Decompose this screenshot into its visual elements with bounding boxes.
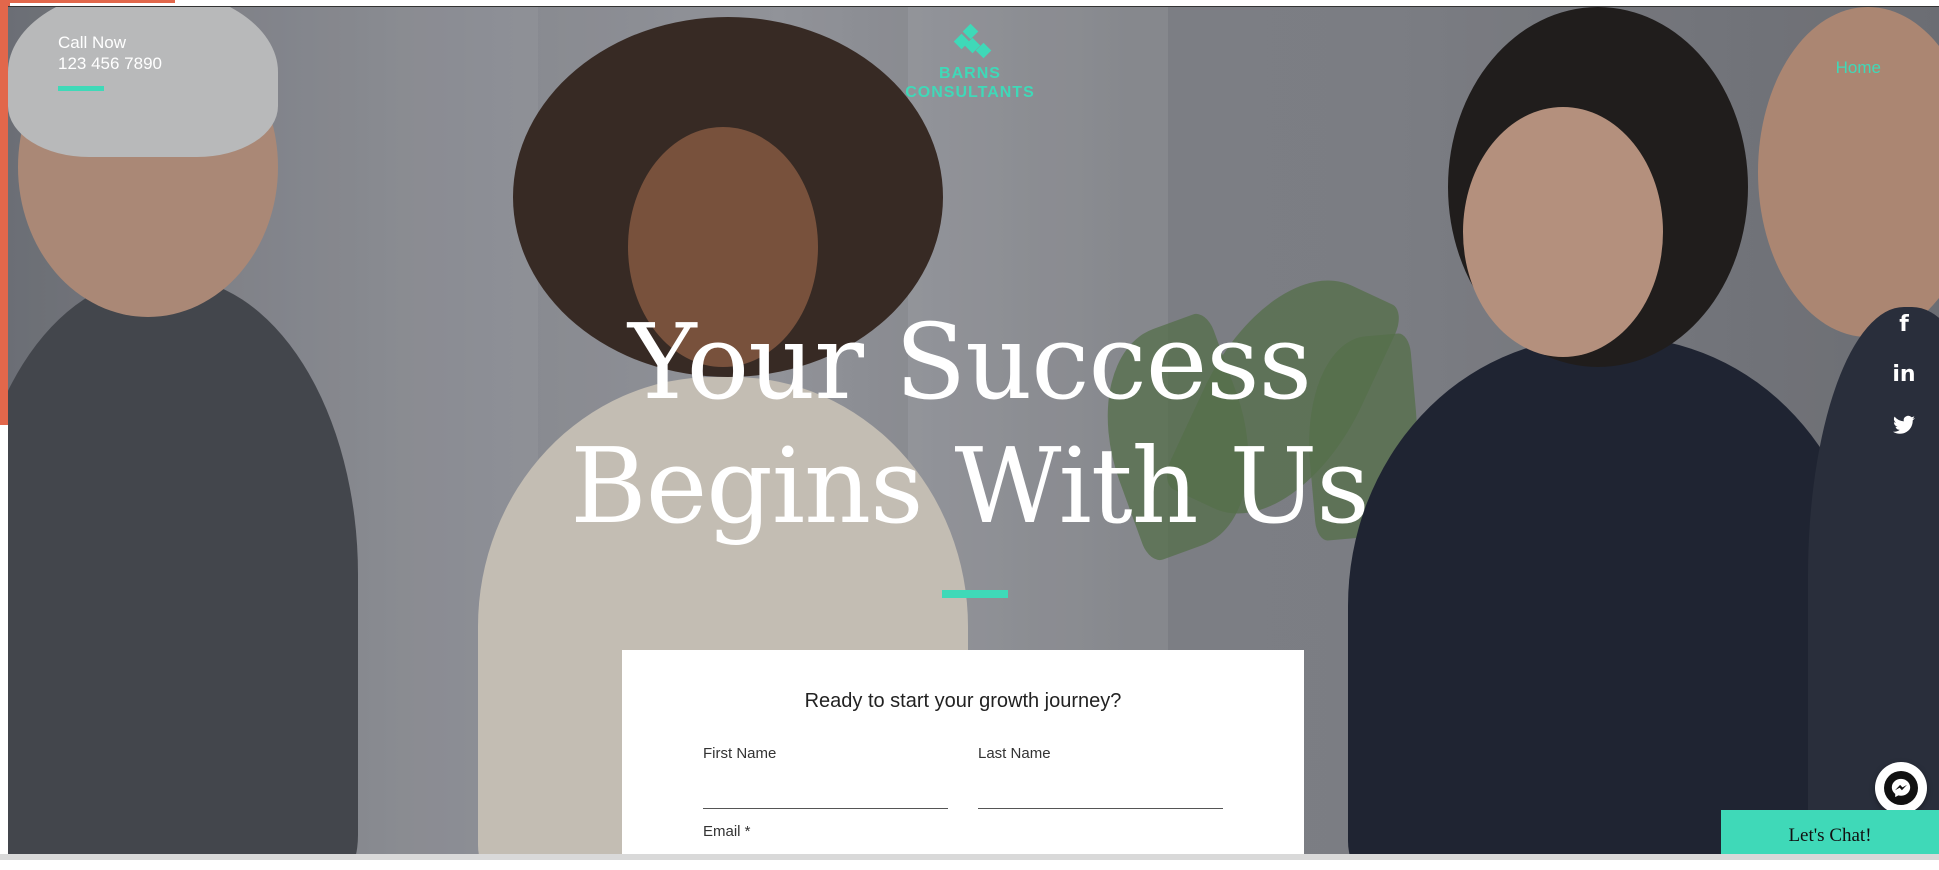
- hero-headline-line2: Begins With Us: [570, 425, 1369, 547]
- phone-number-link[interactable]: 123 456 7890: [58, 54, 162, 73]
- hero-headline: Your Success Begins With Us: [0, 300, 1939, 548]
- call-now-label: Call Now: [58, 33, 127, 52]
- nav-home-link[interactable]: Home: [1836, 58, 1881, 78]
- lets-chat-button[interactable]: Let's Chat!: [1721, 810, 1939, 860]
- logo-text-line2: CONSULTANTS: [905, 84, 1035, 101]
- headline-underline: [942, 590, 1008, 598]
- first-name-label: First Name: [703, 745, 777, 762]
- site-logo[interactable]: BARNS CONSULTANTS: [900, 23, 1040, 102]
- call-underline: [58, 86, 104, 91]
- logo-diamond-icon: [950, 23, 992, 59]
- email-label: Email *: [703, 823, 751, 840]
- form-title: Ready to start your growth journey?: [804, 690, 1122, 712]
- messenger-button[interactable]: [1875, 762, 1927, 814]
- accent-strip-top: [0, 0, 175, 3]
- contact-form-card: Ready to start your growth journey? Firs…: [622, 650, 1304, 870]
- call-now-block: Call Now 123 456 7890: [58, 32, 162, 91]
- messenger-icon: [1884, 771, 1918, 805]
- bottom-band: [0, 854, 1939, 860]
- first-name-field[interactable]: [703, 808, 948, 809]
- hero-headline-line1: Your Success: [628, 301, 1312, 423]
- last-name-field[interactable]: [978, 808, 1223, 809]
- last-name-label: Last Name: [978, 745, 1051, 762]
- logo-text-line1: BARNS: [939, 65, 1001, 82]
